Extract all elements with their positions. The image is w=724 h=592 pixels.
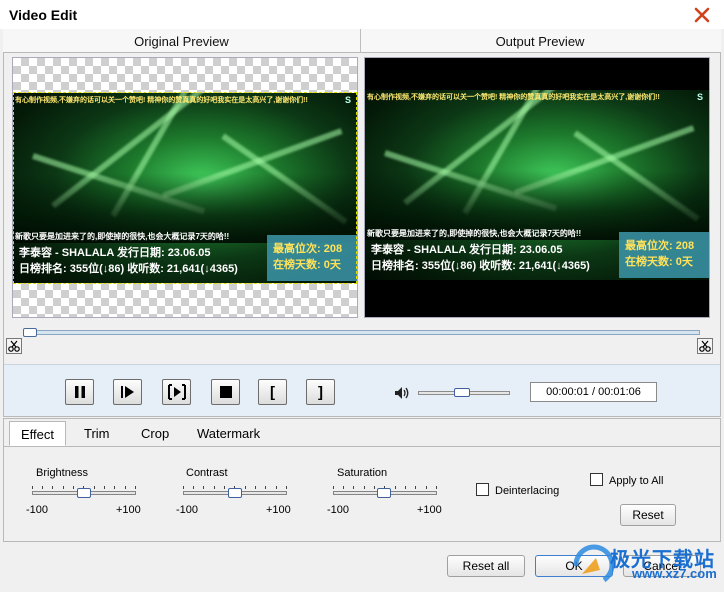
output-video-frame: 有心制作视频,不嫌弃的话可以关一个赞吧! 精神你的赞真真的好吧我实在是太高兴了,…	[365, 90, 709, 280]
frame-icon	[167, 384, 186, 400]
close-icon[interactable]	[692, 5, 712, 25]
saturation-label: Saturation	[337, 467, 388, 479]
trim-end-scissors-icon[interactable]	[697, 338, 713, 354]
video-subtitle-top: 有心制作视频,不嫌弃的话可以关一个赞吧! 精神你的赞真真的好吧我实在是太高兴了,…	[367, 94, 660, 101]
tab-divider	[3, 446, 721, 447]
set-start-button[interactable]: [	[258, 379, 287, 405]
output-preview-label: Output Preview	[495, 34, 585, 49]
video-stats-panel: 最高位次: 208 在榜天数: 0天	[619, 232, 709, 278]
video-stats-panel: 最高位次: 208 在榜天数: 0天	[267, 235, 357, 281]
original-preview-pane: 有心制作视频,不嫌弃的话可以关一个赞吧! 精神你的赞真真的好吧我实在是太高兴了,…	[12, 57, 358, 318]
pause-icon	[74, 386, 85, 398]
brightness-label: Brightness	[36, 467, 88, 479]
video-song-info: 李泰容 - SHALALA 发行日期: 23.06.05 日榜排名: 355位(…	[19, 245, 238, 277]
tab-trim[interactable]: Trim	[73, 421, 121, 446]
saturation-max: +100	[417, 504, 442, 516]
next-frame-button[interactable]	[162, 379, 191, 405]
original-video-frame: 有心制作视频,不嫌弃的话可以关一个赞吧! 精神你的赞真真的好吧我实在是太高兴了,…	[13, 93, 357, 283]
video-info-line2: 日榜排名: 355位(↓86) 收听数: 21,641(↓4365)	[371, 260, 590, 272]
stop-button[interactable]	[211, 379, 240, 405]
apply-to-all-label: Apply to All	[609, 475, 664, 487]
tab-watermark[interactable]: Watermark	[186, 421, 271, 446]
timeline	[4, 320, 720, 362]
volume-slider-thumb[interactable]	[454, 388, 470, 397]
video-stat1: 最高位次: 208	[625, 240, 695, 252]
reset-button[interactable]: Reset	[620, 504, 676, 526]
video-subtitle-top: 有心制作视频,不嫌弃的话可以关一个赞吧! 精神你的赞真真的好吧我实在是太高兴了,…	[15, 97, 308, 104]
saturation-slider-thumb[interactable]	[377, 488, 391, 498]
video-stat2: 在榜天数: 0天	[273, 259, 341, 271]
brightness-max: +100	[116, 504, 141, 516]
video-logo: S	[696, 92, 703, 102]
brightness-slider-thumb[interactable]	[77, 488, 91, 498]
site-watermark-url: www.xz7.com	[632, 566, 717, 581]
timeline-track[interactable]	[24, 330, 700, 335]
deinterlacing-checkbox[interactable]	[476, 483, 489, 496]
contrast-slider-thumb[interactable]	[228, 488, 242, 498]
volume-icon[interactable]	[394, 386, 410, 400]
trim-start-scissors-icon[interactable]	[6, 338, 22, 354]
set-end-label: ]	[318, 383, 323, 401]
title-bar: Video Edit	[0, 0, 724, 29]
set-start-label: [	[270, 383, 275, 401]
play-button[interactable]	[113, 379, 142, 405]
window-title: Video Edit	[9, 7, 78, 23]
tab-crop[interactable]: Crop	[130, 421, 180, 446]
output-preview-pane: 有心制作视频,不嫌弃的话可以关一个赞吧! 精神你的赞真真的好吧我实在是太高兴了,…	[364, 57, 710, 318]
video-song-info: 李泰容 - SHALALA 发行日期: 23.06.05 日榜排名: 355位(…	[371, 242, 590, 274]
pause-button[interactable]	[65, 379, 94, 405]
video-logo: S	[344, 95, 351, 105]
video-subtitle-mid: 新歌只要是加进来了的,即使掉的很快,也会大概记录7天的哈!!	[367, 229, 582, 238]
timeline-playhead[interactable]	[23, 328, 37, 337]
stop-icon	[219, 386, 232, 398]
video-stat2: 在榜天数: 0天	[625, 256, 693, 268]
apply-to-all-checkbox[interactable]	[590, 473, 603, 486]
contrast-max: +100	[266, 504, 291, 516]
step-forward-icon	[120, 386, 134, 398]
preview-header: Original Preview Output Preview	[3, 29, 721, 53]
saturation-min: -100	[327, 504, 350, 516]
video-info-line1: 李泰容 - SHALALA 发行日期: 23.06.05	[19, 247, 211, 259]
brightness-min: -100	[26, 504, 49, 516]
deinterlacing-label: Deinterlacing	[495, 485, 560, 497]
video-info-line1: 李泰容 - SHALALA 发行日期: 23.06.05	[371, 244, 563, 256]
tab-effect[interactable]: Effect	[9, 421, 67, 446]
set-end-button[interactable]: ]	[306, 379, 335, 405]
time-display: 00:00:01 / 00:01:06	[530, 382, 657, 402]
contrast-label: Contrast	[186, 467, 228, 479]
contrast-min: -100	[176, 504, 199, 516]
reset-all-button[interactable]: Reset all	[447, 555, 525, 577]
original-preview-label: Original Preview	[134, 34, 229, 49]
video-stat1: 最高位次: 208	[273, 243, 343, 255]
video-info-line2: 日榜排名: 355位(↓86) 收听数: 21,641(↓4365)	[19, 263, 238, 275]
video-subtitle-mid: 新歌只要是加进来了的,即使掉的很快,也会大概记录7天的哈!!	[15, 232, 230, 241]
